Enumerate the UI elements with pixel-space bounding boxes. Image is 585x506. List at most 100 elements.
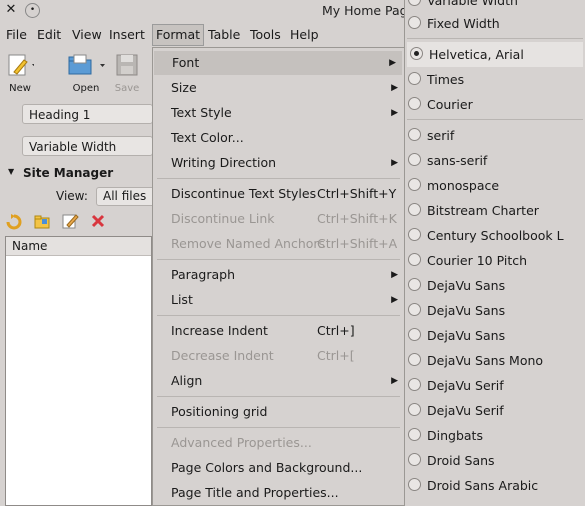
radio-icon bbox=[408, 178, 421, 191]
menu-view[interactable]: View bbox=[72, 27, 102, 42]
font-option[interactable]: DejaVu Sans bbox=[405, 298, 585, 323]
text-color-label: Text Color... bbox=[171, 130, 244, 145]
font-submenu: Variable Width Fixed Width Helvetica, Ar… bbox=[404, 0, 585, 506]
radio-icon bbox=[408, 128, 421, 141]
writing-direction-label: Writing Direction bbox=[171, 155, 277, 170]
menu-format[interactable]: Format bbox=[152, 24, 205, 46]
menu-item-paragraph[interactable]: Paragraph ▶ bbox=[153, 263, 404, 287]
font-option[interactable]: DejaVu Sans Mono bbox=[405, 348, 585, 373]
save-button[interactable]: Save bbox=[114, 52, 140, 94]
font-option[interactable]: serif bbox=[405, 123, 585, 148]
font-option[interactable]: DejaVu Serif bbox=[405, 373, 585, 398]
font-option-label: Courier 10 Pitch bbox=[427, 253, 528, 268]
menu-item-text-style[interactable]: Text Style ▶ bbox=[153, 101, 404, 125]
go-up-icon[interactable] bbox=[5, 212, 23, 230]
site-file-list[interactable]: Name bbox=[5, 236, 152, 506]
menu-item-text-color[interactable]: Text Color... bbox=[153, 126, 404, 150]
font-option[interactable]: DejaVu Serif bbox=[405, 398, 585, 423]
font-option[interactable]: sans-serif bbox=[405, 148, 585, 173]
delete-icon[interactable] bbox=[89, 212, 107, 230]
open-button[interactable]: Open bbox=[66, 52, 106, 94]
menu-item-page-colors[interactable]: Page Colors and Background... bbox=[153, 456, 404, 480]
font-option-label: Courier bbox=[427, 97, 473, 112]
menu-item-page-title[interactable]: Page Title and Properties... bbox=[153, 481, 404, 505]
menu-tools[interactable]: Tools bbox=[250, 27, 281, 42]
menu-file[interactable]: File bbox=[6, 27, 27, 42]
new-button-label: New bbox=[9, 83, 31, 94]
radio-icon bbox=[408, 328, 421, 341]
font-option[interactable]: Droid Sans bbox=[405, 448, 585, 473]
format-menu: Font ▶ Size ▶ Text Style ▶ Text Color...… bbox=[152, 47, 405, 506]
site-manager-header[interactable]: ▼ Site Manager bbox=[0, 164, 152, 184]
font-option-courier[interactable]: Courier bbox=[405, 92, 585, 117]
list-label: List bbox=[171, 292, 193, 307]
menu-item-advanced-properties: Advanced Properties... bbox=[153, 431, 404, 455]
menu-table[interactable]: Table bbox=[208, 27, 240, 42]
menu-item-font[interactable]: Font ▶ bbox=[154, 51, 402, 75]
edit-icon[interactable] bbox=[61, 212, 79, 230]
radio-icon bbox=[408, 0, 421, 6]
menu-item-align[interactable]: Align ▶ bbox=[153, 369, 404, 393]
font-option-label: DejaVu Sans bbox=[427, 328, 506, 343]
font-option[interactable]: DejaVu Sans bbox=[405, 323, 585, 348]
font-option[interactable]: Courier 10 Pitch bbox=[405, 248, 585, 273]
submenu-arrow-icon: ▶ bbox=[391, 295, 398, 305]
view-filter-select[interactable]: All files bbox=[96, 187, 156, 206]
menu-item-increase-indent[interactable]: Increase Indent Ctrl+] bbox=[153, 319, 404, 343]
radio-icon bbox=[408, 72, 421, 85]
font-option-helvetica[interactable]: Helvetica, Arial bbox=[407, 42, 583, 67]
font-option[interactable]: monospace bbox=[405, 173, 585, 198]
font-option-label: monospace bbox=[427, 178, 500, 193]
font-option-fixed-width[interactable]: Fixed Width bbox=[405, 11, 585, 36]
menu-item-writing-direction[interactable]: Writing Direction ▶ bbox=[153, 151, 404, 175]
radio-icon bbox=[408, 478, 421, 491]
window-menu-icon[interactable]: • bbox=[25, 3, 40, 18]
advanced-properties-label: Advanced Properties... bbox=[171, 435, 312, 450]
font-option-label: Dingbats bbox=[427, 428, 483, 443]
remove-named-anchors-label: Remove Named Anchors bbox=[171, 236, 326, 251]
menu-insert[interactable]: Insert bbox=[109, 27, 145, 42]
menu-item-size[interactable]: Size ▶ bbox=[153, 76, 404, 100]
font-option[interactable]: Droid Sans Arabic bbox=[405, 473, 585, 498]
menu-item-discontinue-text-styles[interactable]: Discontinue Text Styles Ctrl+Shift+Y bbox=[153, 182, 404, 206]
collapse-triangle-icon[interactable]: ▼ bbox=[8, 167, 14, 176]
new-folder-icon[interactable] bbox=[33, 212, 51, 230]
font-option[interactable]: Century Schoolbook L bbox=[405, 223, 585, 248]
font-option-label: Century Schoolbook L bbox=[427, 228, 564, 243]
name-column-header[interactable]: Name bbox=[6, 237, 151, 256]
menu-separator bbox=[157, 396, 400, 397]
menu-item-positioning-grid[interactable]: Positioning grid bbox=[153, 400, 404, 424]
site-manager-title: Site Manager bbox=[23, 166, 114, 180]
font-option[interactable]: Dingbats bbox=[405, 423, 585, 448]
menu-edit[interactable]: Edit bbox=[37, 27, 61, 42]
radio-icon bbox=[408, 428, 421, 441]
site-manager-toolbar bbox=[0, 210, 152, 234]
font-option-label: DejaVu Serif bbox=[427, 403, 504, 418]
font-option[interactable]: Bitstream Charter bbox=[405, 198, 585, 223]
site-manager-view-row: View: All files bbox=[0, 187, 156, 207]
font-option-times[interactable]: Times bbox=[405, 67, 585, 92]
font-option-label: Helvetica, Arial bbox=[429, 47, 524, 62]
radio-icon bbox=[408, 97, 421, 110]
new-button[interactable]: New bbox=[6, 52, 35, 94]
discontinue-link-label: Discontinue Link bbox=[171, 211, 275, 226]
menu-help[interactable]: Help bbox=[290, 27, 319, 42]
positioning-grid-label: Positioning grid bbox=[171, 404, 268, 419]
save-button-label: Save bbox=[114, 83, 140, 94]
font-option-label: Droid Sans Arabic bbox=[427, 478, 539, 493]
shortcut-label: Ctrl+] bbox=[317, 323, 355, 338]
radio-icon bbox=[408, 353, 421, 366]
menu-separator bbox=[157, 178, 400, 179]
paragraph-style-select[interactable]: Heading 1 bbox=[22, 104, 153, 124]
font-width-select[interactable]: Variable Width bbox=[22, 136, 153, 156]
shortcut-label: Ctrl+Shift+A bbox=[317, 236, 398, 251]
menu-separator bbox=[157, 259, 400, 260]
radio-icon bbox=[408, 453, 421, 466]
radio-icon bbox=[408, 278, 421, 291]
menu-item-list[interactable]: List ▶ bbox=[153, 288, 404, 312]
font-option[interactable]: DejaVu Sans bbox=[405, 273, 585, 298]
shortcut-label: Ctrl+[ bbox=[317, 348, 355, 363]
font-option-label: DejaVu Sans Mono bbox=[427, 353, 544, 368]
submenu-arrow-icon: ▶ bbox=[391, 270, 398, 280]
font-option-label: serif bbox=[427, 128, 455, 143]
